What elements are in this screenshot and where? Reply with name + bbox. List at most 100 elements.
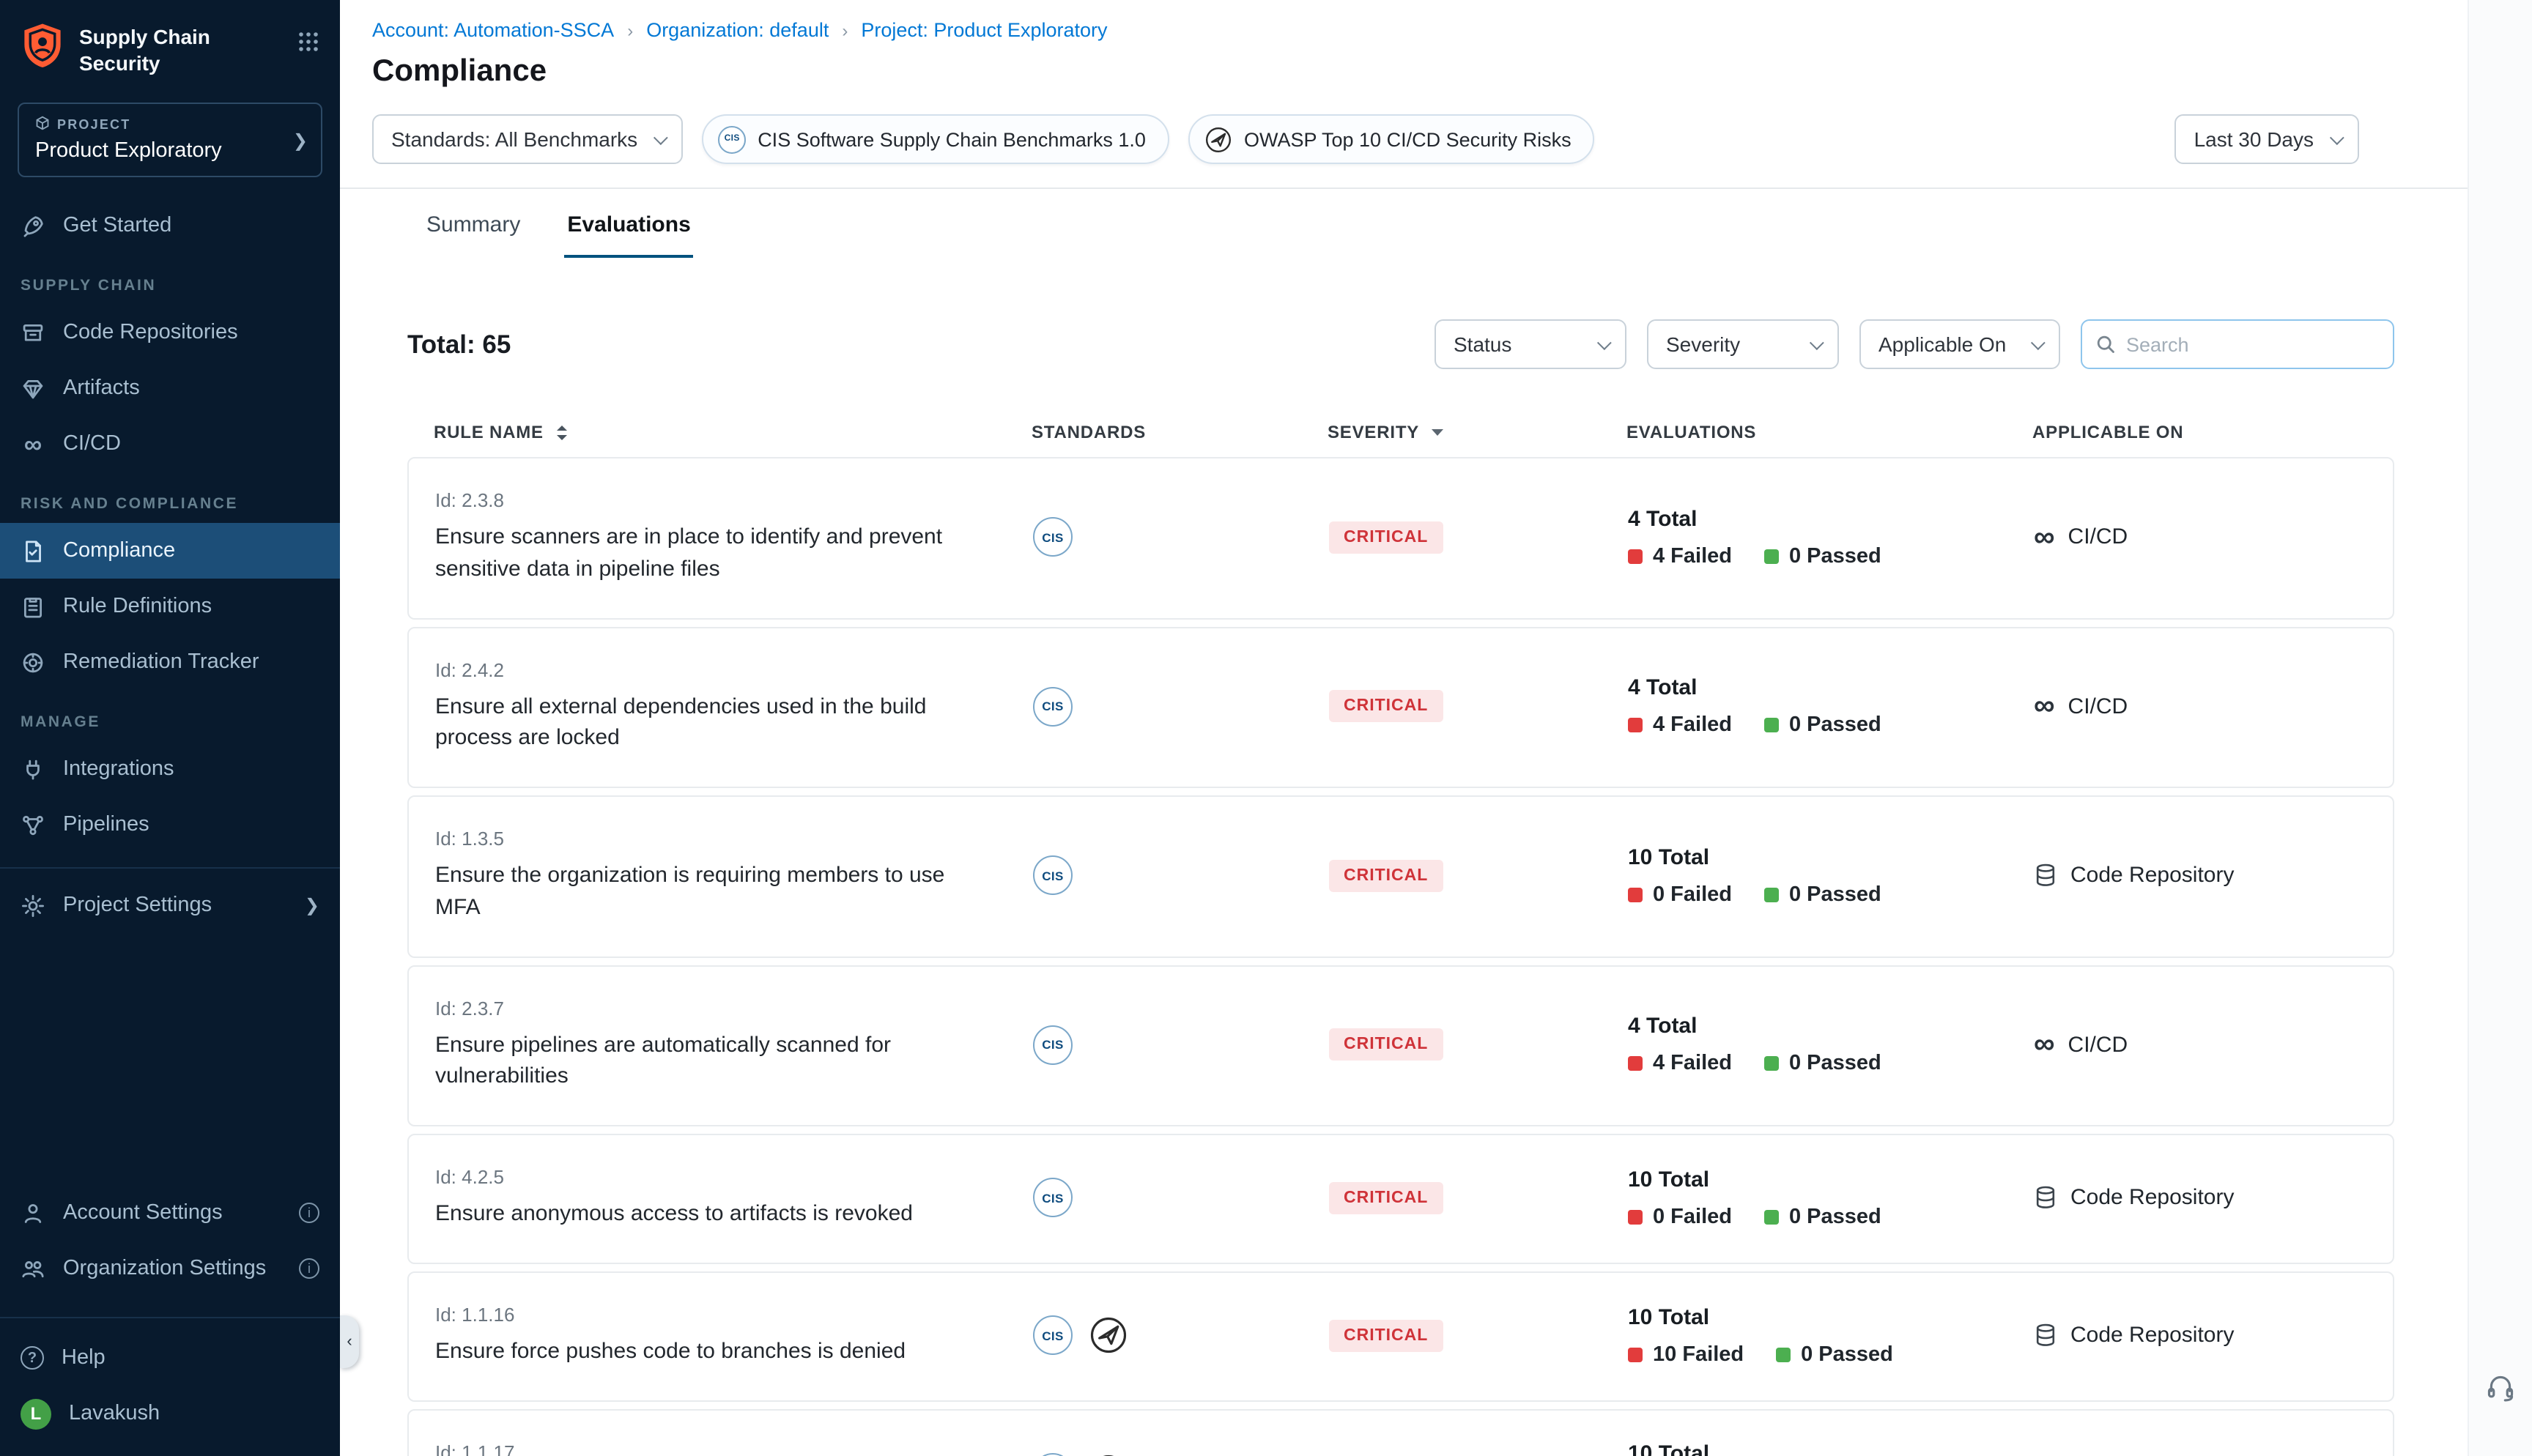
support-headset-icon[interactable] [2485,1371,2516,1409]
rule-cell: Id: 2.4.2 Ensure all external dependenci… [435,658,1033,754]
cis-standard-icon[interactable]: CIS [1033,518,1073,557]
breadcrumb-project-link[interactable]: Project: Product Exploratory [861,19,1107,41]
cis-standard-icon[interactable]: CIS [1033,1178,1073,1218]
organization-settings-icon [21,1256,45,1281]
table-row[interactable]: Id: 2.3.7 Ensure pipelines are automatic… [407,965,2394,1126]
sidebar-item-pipelines[interactable]: Pipelines [0,798,340,853]
filter-bar: Standards: All Benchmarks CIS CIS Softwa… [372,114,2497,164]
evaluations-panel: Total: 65 Status Severity Applicable On [340,258,2532,1456]
benchmark-chip-cis[interactable]: CIS CIS Software Supply Chain Benchmarks… [702,114,1169,164]
rocket-icon [21,214,45,239]
sidebar-item-organization-settings[interactable]: Organization Settings i [0,1241,340,1296]
rule-cell: Id: 4.2.5 Ensure anonymous access to art… [435,1166,1033,1230]
sidebar-item-get-started[interactable]: Get Started [0,198,340,254]
sidebar-item-remediation-tracker[interactable]: Remediation Tracker [0,635,340,691]
search-input[interactable] [2126,333,2380,355]
rule-name: Ensure pipelines are automatically scann… [435,1029,980,1093]
applicable-icon-slot: ∞ [2034,692,2055,721]
applicable-on-cell: Code Repository [2034,1323,2366,1348]
sidebar-item-rule-definitions[interactable]: Rule Definitions [0,579,340,635]
cis-standard-icon[interactable]: CIS [1033,687,1073,727]
table-row[interactable]: Id: 1.1.17 Ensure branch deletions are d… [407,1408,2394,1456]
remediation-tracker-icon [21,650,45,675]
failed-indicator [1628,1210,1643,1225]
applicable-on-cell: ∞ CI/CD [2034,692,2366,721]
sidebar-item-cicd[interactable]: ∞ CI/CD [0,417,340,472]
applicable-on-filter-dropdown[interactable]: Applicable On [1859,319,2060,369]
table-row[interactable]: Id: 2.3.8 Ensure scanners are in place t… [407,457,2394,619]
cis-standard-icon[interactable]: CIS [1033,1025,1073,1065]
owasp-standard-icon[interactable] [1089,1453,1128,1456]
evaluations-cell: 4 Total 4 Failed 0 Passed [1628,1014,2034,1076]
sidebar-item-help[interactable]: ? Help [0,1330,340,1386]
sidebar-item-label: Account Settings [63,1201,223,1225]
severity-badge: CRITICAL [1329,691,1443,723]
project-selector[interactable]: PROJECT Product Exploratory ❯ [18,103,322,178]
user-menu[interactable]: L Lavakush [0,1386,340,1441]
sidebar-collapse-handle[interactable]: ‹ [340,1315,359,1368]
table-row[interactable]: Id: 4.2.5 Ensure anonymous access to art… [407,1134,2394,1264]
info-icon[interactable]: i [299,1203,319,1223]
app-window: Supply Chain Security PROJECT Product Ex… [0,0,2532,1456]
breadcrumb-separator-icon: › [842,20,848,40]
evaluations-total: 10 Total [1628,845,2034,870]
sidebar-item-code-repositories[interactable]: Code Repositories [0,305,340,361]
applicable-icon-slot: ∞ [2034,1030,2055,1060]
evaluations-total: 10 Total [1628,1167,2034,1192]
applicable-on-cell: Code Repository [2034,863,2366,888]
standards-cell: CIS [1033,1025,1329,1065]
table-toolbar: Total: 65 Status Severity Applicable On [407,319,2394,369]
evaluations-total: 4 Total [1628,676,2034,701]
status-filter-dropdown[interactable]: Status [1435,319,1626,369]
standards-dropdown[interactable]: Standards: All Benchmarks [372,114,683,164]
owasp-standard-icon[interactable] [1089,1315,1128,1355]
info-icon[interactable]: i [299,1258,319,1279]
cis-standard-icon[interactable]: CIS [1033,1315,1073,1355]
applicable-on-label: CI/CD [2068,1033,2128,1058]
severity-cell: CRITICAL [1329,691,1628,723]
chevron-down-icon [1810,335,1824,349]
applicable-on-label: Code Repository [2070,1186,2234,1211]
evaluations-cell: 10 Total 0 Failed 0 Passed [1628,1167,2034,1229]
breadcrumb-account-link[interactable]: Account: Automation-SSCA [372,19,614,41]
rule-id: Id: 2.4.2 [435,658,1033,680]
column-severity[interactable]: SEVERITY [1328,422,1626,442]
evaluations-cell: 10 Total 0 Failed 0 Passed [1628,845,2034,907]
clipboard-icon [21,595,45,620]
sidebar-item-account-settings[interactable]: Account Settings i [0,1185,340,1241]
sidebar-item-label: Artifacts [63,377,140,401]
tab-summary[interactable]: Summary [423,189,523,258]
severity-filter-dropdown[interactable]: Severity [1647,319,1839,369]
table-row[interactable]: Id: 1.3.5 Ensure the organization is req… [407,795,2394,957]
cis-standard-icon[interactable]: CIS [1033,856,1073,896]
sidebar: Supply Chain Security PROJECT Product Ex… [0,0,340,1456]
tab-evaluations[interactable]: Evaluations [564,189,693,258]
chevron-right-icon: ❯ [293,130,308,151]
evaluations-cell: 4 Total 4 Failed 0 Passed [1628,507,2034,568]
app-logo-icon [21,22,64,69]
table-row[interactable]: Id: 1.1.16 Ensure force pushes code to b… [407,1271,2394,1402]
date-range-dropdown[interactable]: Last 30 Days [2175,114,2359,164]
applicable-on-label: CI/CD [2068,694,2128,719]
passed-indicator [1764,1057,1779,1071]
benchmark-chip-owasp[interactable]: OWASP Top 10 CI/CD Security Risks [1188,114,1595,164]
evaluations-passed: 0 Passed [1801,1342,1893,1366]
column-rule-name[interactable]: RULE NAME [434,422,1032,442]
table-row[interactable]: Id: 2.4.2 Ensure all external dependenci… [407,626,2394,788]
cis-standard-icon[interactable]: CIS [1033,1453,1073,1456]
sidebar-item-label: Code Repositories [63,322,238,345]
sidebar-item-compliance[interactable]: Compliance [0,524,340,579]
breadcrumb-organization-link[interactable]: Organization: default [646,19,829,41]
sidebar-item-artifacts[interactable]: Artifacts [0,361,340,417]
failed-indicator [1628,549,1643,564]
compliance-document-icon [21,539,45,564]
sidebar-item-integrations[interactable]: Integrations [0,742,340,798]
applicable-on-cell: ∞ CI/CD [2034,523,2366,552]
passed-indicator [1764,1210,1779,1225]
passed-indicator [1764,549,1779,564]
sidebar-item-label: Project Settings [63,894,212,918]
sidebar-item-label: Pipelines [63,814,149,837]
avatar: L [21,1398,51,1429]
sidebar-item-project-settings[interactable]: Project Settings ❯ [0,878,340,934]
apps-grid-icon[interactable] [297,22,319,60]
